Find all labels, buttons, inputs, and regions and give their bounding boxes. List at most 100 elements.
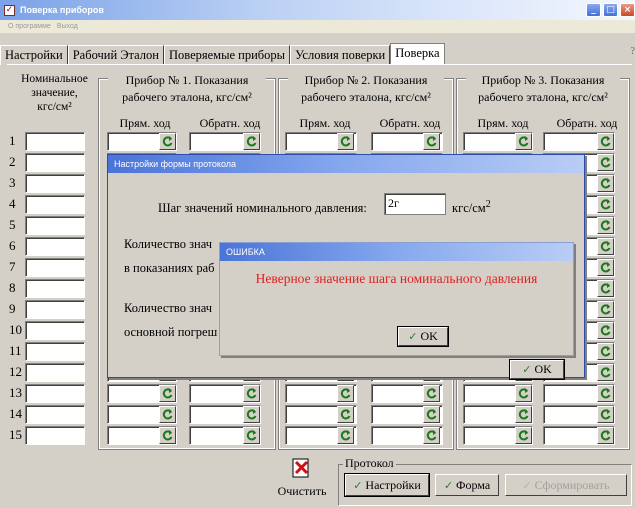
refresh-button[interactable] bbox=[597, 217, 614, 234]
nominal-field[interactable] bbox=[25, 237, 85, 256]
protocol-group: Протокол ✓ Настройки ✓ Форма ✓ Сформировать bbox=[338, 456, 632, 506]
refresh-button[interactable] bbox=[597, 322, 614, 339]
refresh-button[interactable] bbox=[597, 301, 614, 318]
error-ok-button[interactable]: ✓ OK bbox=[397, 326, 449, 347]
refresh-button[interactable] bbox=[597, 133, 614, 150]
device-3-reverse-header: Обратн. ход bbox=[556, 116, 618, 130]
refresh-button[interactable] bbox=[597, 427, 614, 444]
refresh-button[interactable] bbox=[597, 175, 614, 192]
refresh-button[interactable] bbox=[243, 406, 260, 423]
refresh-button[interactable] bbox=[159, 133, 176, 150]
refresh-button[interactable] bbox=[597, 343, 614, 360]
menu-about[interactable]: О программе bbox=[8, 23, 51, 30]
refresh-button[interactable] bbox=[597, 196, 614, 213]
menu-exit[interactable]: Выход bbox=[57, 23, 78, 30]
nominal-field[interactable] bbox=[25, 216, 85, 235]
refresh-button[interactable] bbox=[159, 427, 176, 444]
nominal-field[interactable] bbox=[25, 174, 85, 193]
nominal-field[interactable] bbox=[25, 300, 85, 319]
refresh-button[interactable] bbox=[337, 427, 354, 444]
refresh-button[interactable] bbox=[597, 406, 614, 423]
nominal-field[interactable] bbox=[25, 405, 85, 424]
tab-reference[interactable]: Рабочий Эталон bbox=[67, 45, 164, 65]
refresh-button[interactable] bbox=[597, 259, 614, 276]
step-unit-sup: 2 bbox=[485, 199, 491, 210]
row-number: 13 bbox=[9, 385, 22, 400]
refresh-icon bbox=[162, 430, 173, 441]
refresh-icon bbox=[518, 136, 529, 147]
nominal-field[interactable] bbox=[25, 321, 85, 340]
refresh-button[interactable] bbox=[243, 427, 260, 444]
form-button[interactable]: ✓ Форма bbox=[435, 474, 499, 496]
refresh-button[interactable] bbox=[337, 385, 354, 402]
tab-settings[interactable]: Настройки bbox=[0, 45, 68, 65]
minimize-button[interactable]: _ bbox=[586, 3, 601, 17]
nominal-field[interactable] bbox=[25, 132, 85, 151]
generate-button-label: Сформировать bbox=[534, 477, 610, 492]
device-2-title: Прибор № 2. Показания bbox=[288, 72, 444, 88]
settings-button[interactable]: ✓ Настройки bbox=[344, 473, 430, 497]
error-dialog: ОШИБКА Неверное значение шага номинально… bbox=[219, 242, 574, 356]
row-number: 9 bbox=[9, 301, 16, 316]
refresh-button[interactable] bbox=[337, 406, 354, 423]
refresh-icon bbox=[246, 409, 257, 420]
nominal-field[interactable] bbox=[25, 363, 85, 382]
nominal-field[interactable] bbox=[25, 279, 85, 298]
check-icon: ✓ bbox=[408, 330, 418, 343]
device-2-forward-header: Прям. ход bbox=[299, 116, 351, 130]
error-message: Неверное значение шага номинального давл… bbox=[255, 271, 538, 286]
clear-button[interactable]: Очистить bbox=[270, 454, 334, 506]
device-3-title: Прибор № 3. Показания bbox=[466, 72, 620, 88]
nominal-field[interactable] bbox=[25, 258, 85, 277]
refresh-button[interactable] bbox=[337, 133, 354, 150]
check-icon: ✓ bbox=[522, 363, 532, 376]
refresh-button[interactable] bbox=[597, 385, 614, 402]
device-1-forward-header: Прям. ход bbox=[119, 116, 171, 130]
refresh-button[interactable] bbox=[159, 406, 176, 423]
refresh-button[interactable] bbox=[597, 154, 614, 171]
refresh-button[interactable] bbox=[423, 385, 440, 402]
maximize-button[interactable]: □ bbox=[603, 3, 618, 17]
nominal-field[interactable] bbox=[25, 342, 85, 361]
count-label-a1: Количество знач bbox=[124, 237, 213, 251]
row-number: 2 bbox=[9, 154, 16, 169]
refresh-button[interactable] bbox=[515, 406, 532, 423]
device-2-reverse-header: Обратн. ход bbox=[379, 116, 441, 130]
refresh-icon bbox=[340, 136, 351, 147]
refresh-icon bbox=[600, 325, 611, 336]
tab-verification[interactable]: Поверка bbox=[390, 43, 445, 65]
refresh-icon bbox=[426, 430, 437, 441]
refresh-button[interactable] bbox=[597, 364, 614, 381]
refresh-icon bbox=[600, 388, 611, 399]
settings-ok-button[interactable]: ✓ OK bbox=[509, 359, 565, 380]
refresh-button[interactable] bbox=[423, 427, 440, 444]
nominal-field[interactable] bbox=[25, 153, 85, 172]
refresh-button[interactable] bbox=[515, 133, 532, 150]
refresh-button[interactable] bbox=[515, 385, 532, 402]
refresh-icon bbox=[246, 388, 257, 399]
tab-conditions[interactable]: Условия поверки bbox=[290, 45, 391, 65]
refresh-button[interactable] bbox=[423, 406, 440, 423]
refresh-button[interactable] bbox=[243, 385, 260, 402]
refresh-icon bbox=[600, 136, 611, 147]
step-input[interactable]: 2г bbox=[384, 193, 446, 215]
refresh-icon bbox=[600, 241, 611, 252]
step-unit: кгс/см2 bbox=[452, 199, 491, 216]
close-button[interactable]: × bbox=[620, 3, 635, 17]
refresh-icon bbox=[426, 388, 437, 399]
nominal-field[interactable] bbox=[25, 384, 85, 403]
refresh-button[interactable] bbox=[159, 385, 176, 402]
refresh-button[interactable] bbox=[423, 133, 440, 150]
generate-button[interactable]: ✓ Сформировать bbox=[505, 474, 627, 496]
bottom-bar: Очистить Протокол ✓ Настройки ✓ Форма ✓ Сфо… bbox=[0, 454, 635, 508]
nominal-field[interactable] bbox=[25, 426, 85, 445]
app-icon: ✓ bbox=[4, 4, 15, 16]
refresh-button[interactable] bbox=[597, 238, 614, 255]
nominal-field[interactable] bbox=[25, 195, 85, 214]
tab-devices[interactable]: Поверяемые приборы bbox=[163, 45, 291, 65]
refresh-button[interactable] bbox=[515, 427, 532, 444]
row-number: 1 bbox=[9, 133, 16, 148]
refresh-button[interactable] bbox=[597, 280, 614, 297]
refresh-icon bbox=[600, 157, 611, 168]
refresh-button[interactable] bbox=[243, 133, 260, 150]
